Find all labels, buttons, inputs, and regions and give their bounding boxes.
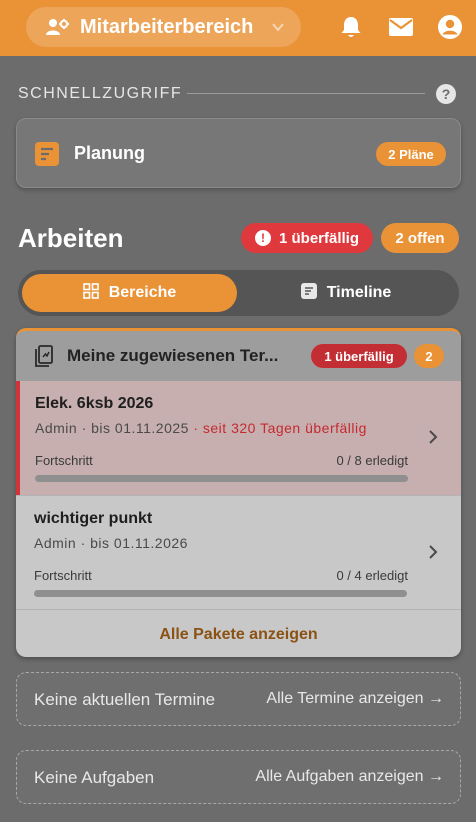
assigned-header[interactable]: Meine zugewiesenen Ter... 1 überfällig 2 bbox=[16, 331, 461, 381]
section-divider bbox=[187, 93, 425, 94]
progress-bar bbox=[34, 590, 407, 597]
show-all-tasks-link[interactable]: Alle Aufgaben anzeigen → bbox=[255, 768, 444, 786]
mail-icon[interactable] bbox=[388, 14, 414, 40]
tab-timeline-label: Timeline bbox=[326, 284, 392, 301]
bell-icon[interactable] bbox=[338, 14, 364, 40]
progress-label: Fortschritt bbox=[34, 568, 92, 583]
appointments-card: Keine aktuellen Termine Alle Termine anz… bbox=[16, 672, 461, 726]
planning-card[interactable]: Planung 2 Pläne bbox=[16, 118, 461, 188]
tab-timeline[interactable]: Timeline bbox=[237, 274, 455, 312]
progress-value: 0 / 4 erledigt bbox=[336, 568, 408, 583]
tasks-card: Keine Aufgaben Alle Aufgaben anzeigen → bbox=[16, 750, 461, 804]
timeline-icon bbox=[300, 282, 317, 304]
assigned-packages-card: Meine zugewiesenen Ter... 1 überfällig 2… bbox=[16, 328, 461, 657]
area-label: Mitarbeiterbereich bbox=[80, 15, 254, 38]
clipboard-icon bbox=[34, 345, 56, 367]
chevron-down-icon bbox=[271, 20, 285, 34]
list-item[interactable]: wichtiger punkt Admin · bis 01.11.2026 F… bbox=[16, 495, 461, 609]
show-all-packages-link[interactable]: Alle Pakete anzeigen bbox=[16, 609, 461, 657]
tab-bereiche-label: Bereiche bbox=[108, 284, 177, 301]
account-icon[interactable] bbox=[437, 14, 463, 40]
list-item[interactable]: Elek. 6ksb 2026 Admin · bis 01.11.2025 ·… bbox=[16, 381, 461, 495]
chevron-right-icon bbox=[426, 429, 440, 445]
show-all-appointments-link[interactable]: Alle Termine anzeigen → bbox=[266, 690, 444, 708]
item-owner-due: Admin · bis 01.11.2025 bbox=[35, 420, 189, 436]
planning-label: Planung bbox=[74, 143, 145, 163]
item-name: Elek. 6ksb 2026 bbox=[35, 395, 154, 412]
help-icon[interactable]: ? bbox=[436, 84, 456, 104]
item-meta: Admin · bis 01.11.2026 bbox=[34, 535, 188, 551]
planning-icon bbox=[35, 142, 59, 166]
planning-count-badge: 2 Pläne bbox=[376, 142, 446, 166]
progress-bar bbox=[35, 475, 408, 482]
top-bar: Mitarbeiterbereich bbox=[0, 0, 476, 56]
appointments-empty-text: Keine aktuellen Termine bbox=[34, 690, 216, 709]
progress-label: Fortschritt bbox=[35, 453, 93, 468]
overdue-badge-label: 1 überfällig bbox=[278, 229, 360, 247]
open-badge[interactable]: 2 offen bbox=[381, 223, 459, 253]
chevron-right-icon bbox=[426, 544, 440, 560]
tab-bereiche[interactable]: Bereiche bbox=[22, 274, 237, 312]
assigned-overdue-badge: 1 überfällig bbox=[311, 344, 407, 368]
work-heading: Arbeiten bbox=[18, 223, 124, 253]
tasks-empty-text: Keine Aufgaben bbox=[34, 768, 155, 787]
item-meta: Admin · bis 01.11.2025 · seit 320 Tagen … bbox=[35, 420, 367, 436]
area-switcher[interactable]: Mitarbeiterbereich bbox=[26, 7, 301, 47]
alert-icon: ! bbox=[254, 230, 271, 246]
users-gear-icon bbox=[46, 16, 72, 38]
progress-value: 0 / 8 erledigt bbox=[336, 453, 408, 468]
assigned-title: Meine zugewiesenen Ter... bbox=[67, 346, 279, 365]
quick-access-title: SCHNELLZUGRIFF bbox=[18, 85, 183, 102]
item-overdue-text: · seit 320 Tagen überfällig bbox=[193, 420, 367, 436]
item-owner-due: Admin · bis 01.11.2026 bbox=[34, 535, 188, 551]
view-toggle: Bereiche Timeline bbox=[18, 270, 459, 316]
grid-icon bbox=[82, 282, 99, 304]
item-name: wichtiger punkt bbox=[34, 510, 153, 527]
assigned-count-badge: 2 bbox=[414, 344, 444, 368]
overdue-badge[interactable]: ! 1 überfällig bbox=[241, 223, 373, 253]
